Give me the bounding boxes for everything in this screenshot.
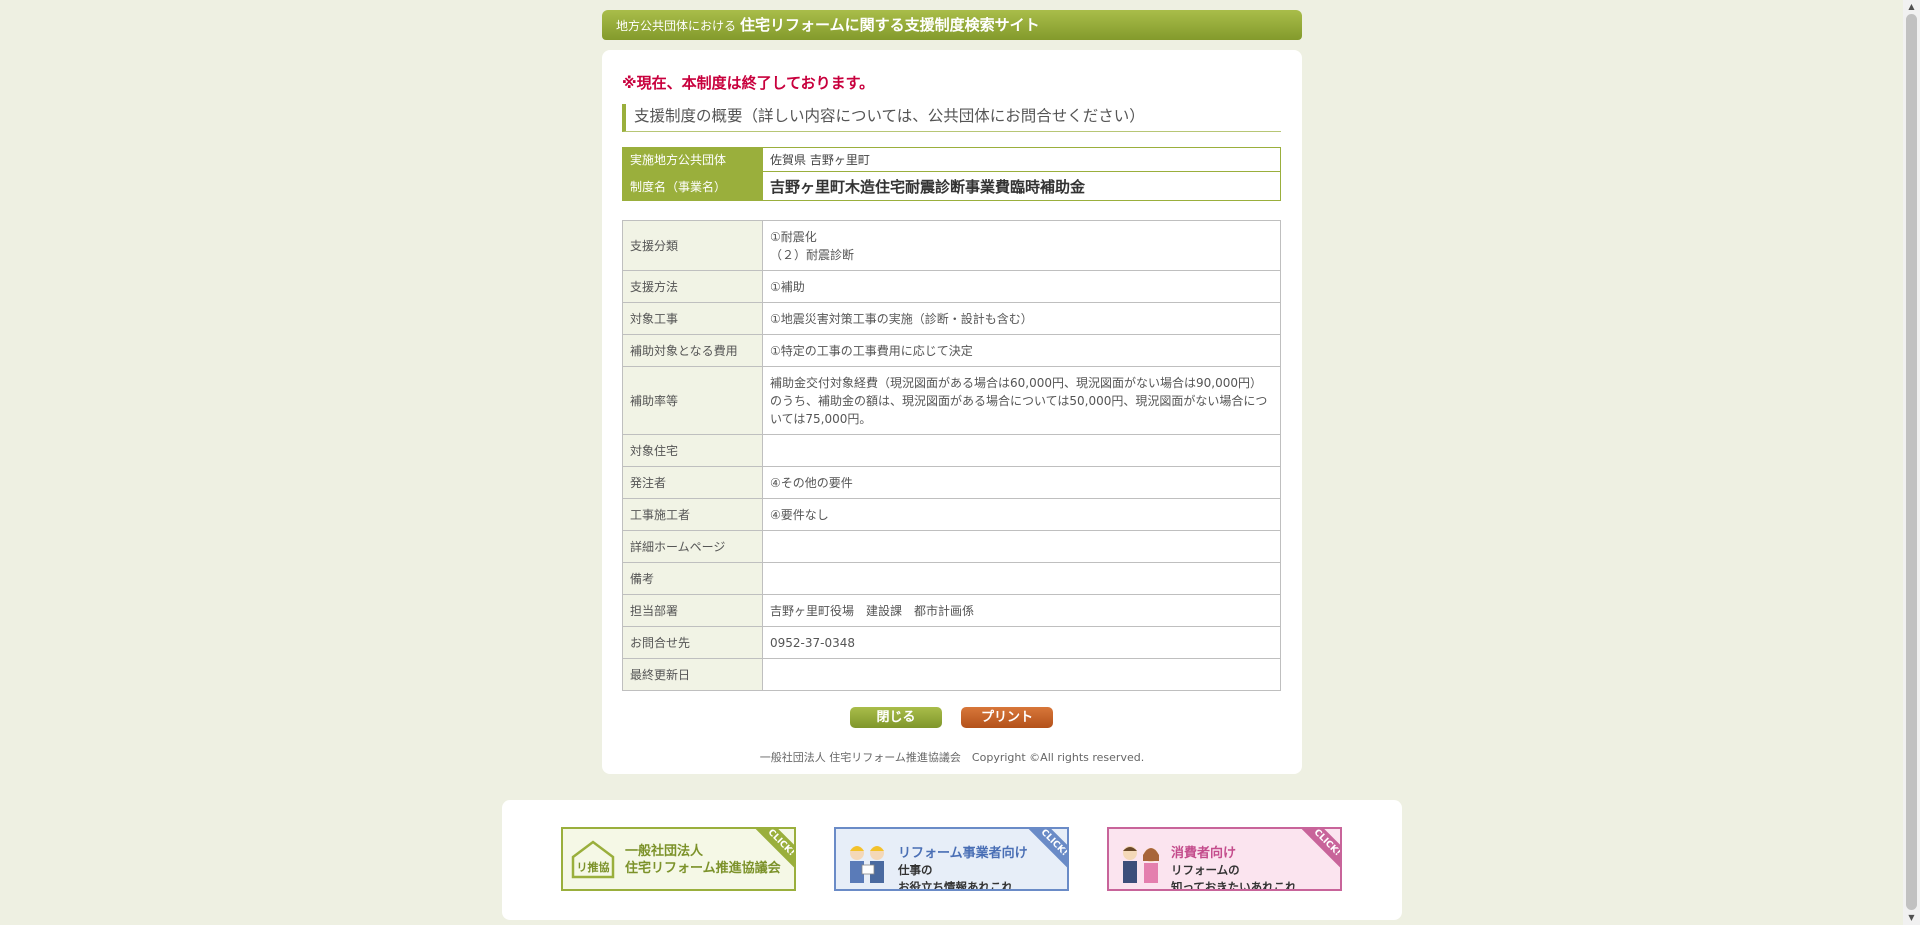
- banner-association[interactable]: リ推協 一般社団法人 住宅リフォーム推進協議会 CLICK!: [561, 827, 796, 891]
- row-label: 発注者: [622, 466, 763, 499]
- row-value: ①補助: [762, 270, 1281, 303]
- row-label: 備考: [622, 562, 763, 595]
- banner-text: リフォーム事業者向け 仕事の お役立ち情報あれこれ: [898, 846, 1028, 891]
- program-label: 制度名（事業名）: [622, 171, 763, 201]
- row-value: [762, 562, 1281, 595]
- row-label: お問合せ先: [622, 626, 763, 659]
- scroll-down-arrow-icon[interactable]: ▼: [1903, 911, 1920, 925]
- main-card: ※現在、本制度は終了しております。 支援制度の概要（詳しい内容については、公共団…: [602, 50, 1302, 774]
- scroll-up-arrow-icon[interactable]: ▲: [1903, 0, 1920, 14]
- site-title: 住宅リフォームに関する支援制度検索サイト: [740, 16, 1040, 34]
- row-value: [762, 530, 1281, 563]
- section-title: 支援制度の概要（詳しい内容については、公共団体にお問合せください）: [622, 104, 1281, 132]
- row-label: 対象住宅: [622, 434, 763, 467]
- row-label: 支援分類: [622, 220, 763, 271]
- workers-icon: [850, 846, 884, 883]
- table-row: 対象住宅: [622, 434, 1281, 467]
- row-label: 担当部署: [622, 594, 763, 627]
- table-row: 担当部署 吉野ヶ里町役場 建設課 都市計画係: [622, 594, 1281, 627]
- row-label: 最終更新日: [622, 658, 763, 691]
- scroll-thumb[interactable]: [1906, 14, 1917, 910]
- couple-icon: [1123, 846, 1159, 883]
- row-value: ④要件なし: [762, 498, 1281, 531]
- row-label: 補助対象となる費用: [622, 334, 763, 367]
- program-name: 吉野ヶ里町木造住宅耐震診断事業費臨時補助金: [762, 171, 1281, 201]
- vertical-scrollbar[interactable]: ▲ ▼: [1903, 0, 1920, 925]
- row-value: ①特定の工事の工事費用に応じて決定: [762, 334, 1281, 367]
- table-row: 詳細ホームページ: [622, 530, 1281, 563]
- row-value: 補助金交付対象経費（現況図面がある場合は60,000円、現況図面がない場合は90…: [762, 366, 1281, 435]
- row-value: 0952-37-0348: [762, 626, 1281, 659]
- details-table: 支援分類 ①耐震化 （２）耐震診断 支援方法 ①補助 対象工事 ①地震災害対策工事…: [622, 220, 1281, 691]
- click-ribbon: CLICK!: [1023, 829, 1067, 874]
- site-header: 地方公共団体における 住宅リフォームに関する支援制度検索サイト: [602, 10, 1302, 40]
- table-row: 発注者 ④その他の要件: [622, 466, 1281, 499]
- print-button[interactable]: プリント: [961, 707, 1053, 728]
- close-button[interactable]: 閉じる: [850, 707, 942, 728]
- row-label: 対象工事: [622, 302, 763, 335]
- row-value: ①地震災害対策工事の実施（診断・設計も含む）: [762, 302, 1281, 335]
- header-subtitle: 地方公共団体における: [616, 19, 737, 33]
- table-row: 最終更新日: [622, 658, 1281, 691]
- table-row: 備考: [622, 562, 1281, 595]
- summary-table: 実施地方公共団体 佐賀県 吉野ヶ里町 制度名（事業名） 吉野ヶ里町木造住宅耐震診…: [622, 147, 1281, 201]
- table-row: 工事施工者 ④要件なし: [622, 498, 1281, 531]
- table-row: 支援方法 ①補助: [622, 270, 1281, 303]
- association-logo-icon: リ推協: [571, 840, 615, 879]
- table-row: 補助率等 補助金交付対象経費（現況図面がある場合は60,000円、現況図面がない…: [622, 366, 1281, 435]
- banner-text: 消費者向け リフォームの 知っておきたいあれこれ: [1171, 846, 1297, 891]
- row-value: 吉野ヶ里町役場 建設課 都市計画係: [762, 594, 1281, 627]
- row-label: 支援方法: [622, 270, 763, 303]
- banner-consumer[interactable]: 消費者向け リフォームの 知っておきたいあれこれ CLICK!: [1107, 827, 1342, 891]
- banner-text: 一般社団法人 住宅リフォーム推進協議会: [625, 844, 781, 876]
- banner-business[interactable]: リフォーム事業者向け 仕事の お役立ち情報あれこれ CLICK!: [834, 827, 1069, 891]
- ended-notice: ※現在、本制度は終了しております。: [622, 74, 875, 92]
- municipality-value: 佐賀県 吉野ヶ里町: [762, 147, 1281, 172]
- municipality-label: 実施地方公共団体: [622, 147, 763, 172]
- table-row: 対象工事 ①地震災害対策工事の実施（診断・設計も含む）: [622, 302, 1281, 335]
- footer-banners: リ推協 一般社団法人 住宅リフォーム推進協議会 CLICK! リフォーム事業者向け…: [502, 800, 1402, 920]
- row-value: [762, 434, 1281, 467]
- row-value: ①耐震化 （２）耐震診断: [762, 220, 1281, 271]
- table-row: 補助対象となる費用 ①特定の工事の工事費用に応じて決定: [622, 334, 1281, 367]
- row-label: 補助率等: [622, 366, 763, 435]
- row-label: 詳細ホームページ: [622, 530, 763, 563]
- row-value: [762, 658, 1281, 691]
- table-row: お問合せ先 0952-37-0348: [622, 626, 1281, 659]
- row-label: 工事施工者: [622, 498, 763, 531]
- copyright: 一般社団法人 住宅リフォーム推進協議会 Copyright ©All right…: [759, 751, 1145, 764]
- table-row: 支援分類 ①耐震化 （２）耐震診断: [622, 220, 1281, 271]
- click-ribbon: CLICK!: [1296, 829, 1340, 874]
- row-value: ④その他の要件: [762, 466, 1281, 499]
- svg-text:リ推協: リ推協: [577, 860, 610, 874]
